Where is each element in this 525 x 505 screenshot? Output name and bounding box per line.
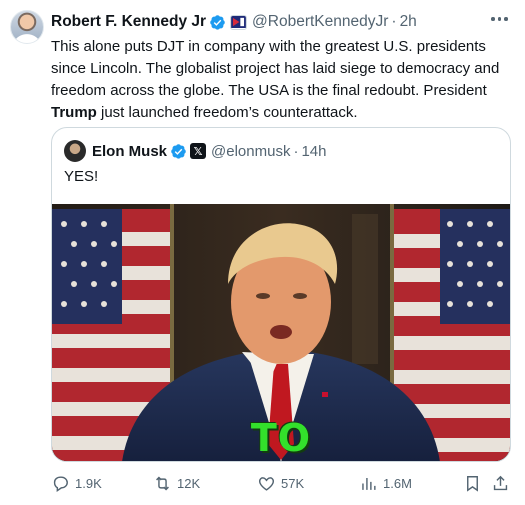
quoted-post[interactable]: Elon Musk 𝕏 @elonmusk · 14h YES! TO xyxy=(51,127,511,462)
x-logo-icon: 𝕏 xyxy=(190,143,207,159)
post-header: Robert F. Kennedy Jr @RobertKennedyJr · … xyxy=(51,11,417,33)
quoted-author-avatar[interactable] xyxy=(64,140,86,162)
like-button[interactable]: 57K xyxy=(257,470,304,496)
post-text-part-end: just launched freedom’s counterattack. xyxy=(96,104,358,121)
post-text: This alone puts DJT in company with the … xyxy=(51,36,516,124)
post-time[interactable]: 2h xyxy=(400,13,417,31)
repost-button[interactable]: 12K xyxy=(153,470,200,496)
like-count: 57K xyxy=(281,475,305,491)
quoted-author-handle[interactable]: @elonmusk xyxy=(211,143,290,160)
quoted-post-header: Elon Musk 𝕏 @elonmusk · 14h xyxy=(64,140,326,162)
action-bar: 1.9K 12K 57K 1.6M xyxy=(51,470,516,496)
reply-count: 1.9K xyxy=(75,475,102,491)
separator-dot: · xyxy=(293,142,299,160)
verified-badge-icon xyxy=(171,143,186,159)
affiliation-flag-icon xyxy=(230,14,248,30)
views-button[interactable]: 1.6M xyxy=(359,470,412,496)
views-chart-icon xyxy=(362,477,376,490)
reply-button[interactable]: 1.9K xyxy=(51,470,102,496)
share-button[interactable] xyxy=(491,470,510,496)
author-handle[interactable]: @RobertKennedyJr xyxy=(252,13,388,31)
more-options-icon[interactable] xyxy=(491,14,511,24)
reply-icon xyxy=(53,475,68,492)
author-avatar[interactable] xyxy=(10,10,44,44)
repost-count: 12K xyxy=(177,475,201,491)
video-player[interactable]: TO xyxy=(52,204,510,461)
post-text-part: This alone puts DJT in company with the … xyxy=(51,38,500,99)
post-text-bold: Trump xyxy=(51,104,97,121)
heart-icon xyxy=(258,476,275,491)
video-caption: TO xyxy=(250,416,312,460)
verified-badge-icon xyxy=(210,14,225,30)
quoted-author-name[interactable]: Elon Musk xyxy=(92,143,167,160)
share-icon xyxy=(493,475,508,490)
bookmark-icon xyxy=(467,475,478,492)
quoted-post-text: YES! xyxy=(64,168,99,185)
author-name[interactable]: Robert F. Kennedy Jr xyxy=(51,13,206,31)
bookmark-button[interactable] xyxy=(463,470,482,496)
post: Robert F. Kennedy Jr @RobertKennedyJr · … xyxy=(0,0,525,505)
repost-icon xyxy=(156,476,169,490)
quoted-post-time[interactable]: 14h xyxy=(301,143,326,160)
separator-dot: · xyxy=(391,13,397,30)
view-count: 1.6M xyxy=(383,475,412,491)
